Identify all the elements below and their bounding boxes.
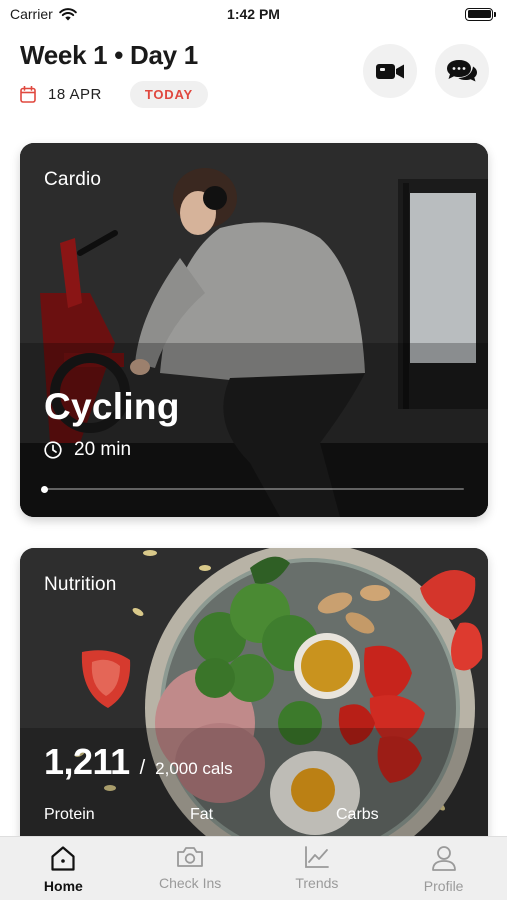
duration-row: 20 min bbox=[44, 439, 131, 461]
chat-button[interactable] bbox=[435, 44, 489, 98]
video-call-button[interactable] bbox=[363, 44, 417, 98]
tab-trends[interactable]: Trends bbox=[254, 837, 381, 900]
tab-check-ins[interactable]: Check Ins bbox=[127, 837, 254, 900]
tab-check-ins-label: Check Ins bbox=[159, 875, 222, 891]
header-actions bbox=[363, 44, 489, 98]
status-left: Carrier bbox=[10, 6, 77, 22]
calories-separator: / bbox=[139, 757, 146, 779]
home-icon bbox=[51, 846, 75, 871]
tab-trends-label: Trends bbox=[295, 875, 339, 891]
macro-carbs: Carbs bbox=[336, 806, 379, 823]
calories-goal: 2,000 cals bbox=[155, 759, 233, 778]
person-icon bbox=[431, 846, 456, 871]
clock: 1:42 PM bbox=[227, 6, 280, 22]
progress-dot bbox=[41, 485, 48, 493]
status-bar: Carrier 1:42 PM bbox=[0, 0, 507, 28]
header: Week 1 • Day 1 18 APR TODAY bbox=[20, 40, 489, 120]
cardio-card[interactable]: Cardio Cycling 20 min bbox=[20, 143, 488, 517]
macro-protein: Protein bbox=[44, 806, 95, 823]
workout-progress-bar bbox=[41, 485, 464, 493]
cardio-label: Cardio bbox=[44, 169, 102, 190]
calories-consumed: 1,211 bbox=[44, 741, 130, 782]
workout-title: Cycling bbox=[44, 386, 180, 427]
video-camera-icon bbox=[376, 64, 404, 79]
camera-icon bbox=[177, 847, 204, 867]
nutrition-card[interactable]: Nutrition 1,211 / 2,000 cals Protein Fat… bbox=[20, 548, 488, 848]
duration-label: 20 min bbox=[74, 439, 132, 460]
carrier-label: Carrier bbox=[10, 6, 53, 22]
date-label: 18 APR bbox=[48, 86, 102, 103]
battery-icon bbox=[465, 7, 496, 21]
tab-profile[interactable]: Profile bbox=[380, 837, 507, 900]
chart-icon bbox=[304, 846, 329, 868]
wifi-icon bbox=[58, 7, 77, 20]
clock-icon bbox=[44, 441, 62, 459]
tab-home-label: Home bbox=[43, 878, 83, 894]
chat-bubbles-icon bbox=[447, 60, 477, 82]
tab-home[interactable]: Home bbox=[0, 837, 127, 900]
calories-row: 1,211 / 2,000 cals bbox=[44, 741, 233, 783]
tab-profile-label: Profile bbox=[423, 878, 464, 894]
calendar-icon bbox=[20, 86, 36, 103]
tab-bar: Home Check Ins Trends Profile bbox=[0, 836, 507, 900]
today-button[interactable]: TODAY bbox=[129, 81, 208, 108]
nutrition-label: Nutrition bbox=[44, 574, 117, 595]
macro-fat: Fat bbox=[190, 806, 214, 823]
